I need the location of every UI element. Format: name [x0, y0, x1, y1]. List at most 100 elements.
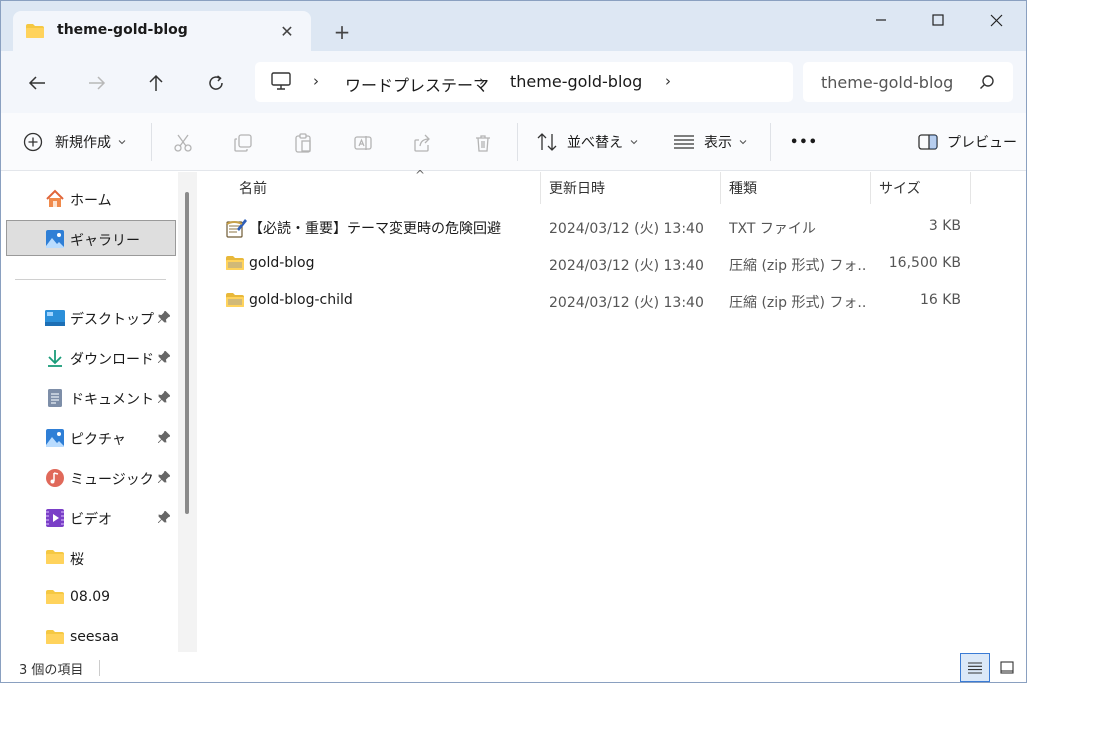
trash-icon [476, 135, 490, 152]
sidebar-item-pictures[interactable]: ピクチャ [1, 420, 177, 456]
sidebar-item-label: 桜 [70, 552, 84, 568]
new-button-label: 新規作成 [55, 135, 111, 151]
sidebar-item-folder-seesaa[interactable]: seesaa [1, 620, 177, 656]
pin-icon[interactable] [157, 350, 171, 367]
breadcrumb-wordpress-themes[interactable]: ワードプレステーマ [345, 72, 489, 96]
search-box[interactable] [803, 62, 1013, 102]
sort-button-label: 並べ替え [567, 135, 623, 151]
text-file-icon [225, 217, 247, 238]
column-header-label: 名前 [239, 181, 267, 197]
file-row[interactable]: gold-blog 2024/03/12 (火) 13:40 圧縮 (zip 形… [217, 246, 977, 282]
sidebar-item-label: デスクトップ [70, 312, 154, 328]
toolbar-divider [517, 123, 518, 161]
file-name: gold-blog-child [249, 292, 353, 308]
cut-button[interactable] [171, 131, 195, 155]
pin-icon[interactable] [157, 470, 171, 487]
copy-button[interactable] [231, 131, 255, 155]
large-icons-view-button[interactable] [993, 653, 1021, 682]
computer-icon [271, 72, 291, 94]
chevron-down-icon [630, 140, 638, 145]
sort-button[interactable]: 並べ替え [536, 127, 639, 157]
chevron-down-icon [739, 140, 747, 145]
download-icon [45, 348, 65, 368]
breadcrumb-theme-gold-blog[interactable]: theme-gold-blog [510, 72, 642, 91]
forward-button[interactable] [81, 67, 113, 99]
sidebar-item-gallery[interactable]: ギャラリー [6, 220, 176, 256]
sidebar-item-folder-0809[interactable]: 08.09 [1, 580, 177, 616]
share-button[interactable] [411, 131, 435, 155]
more-options-button[interactable]: ••• [790, 127, 818, 157]
music-icon [45, 468, 65, 488]
new-button[interactable]: 新規作成 [23, 127, 127, 157]
file-row[interactable]: 【必読・重要】テーマ変更時の危険回避 2024/03/12 (火) 13:40 … [217, 209, 977, 245]
breadcrumb-expand[interactable]: › [665, 72, 671, 90]
clipboard-icon [295, 133, 311, 153]
view-button[interactable]: 表示 [673, 127, 748, 157]
delete-button[interactable] [471, 131, 495, 155]
maximize-button[interactable] [909, 1, 967, 39]
sidebar-item-documents[interactable]: ドキュメント [1, 380, 177, 416]
navigation-bar: › ワードプレステーマ › theme-gold-blog › [1, 51, 1026, 113]
folder-icon [45, 588, 65, 608]
sidebar-item-label: ダウンロード [70, 352, 154, 368]
file-size: 3 KB [928, 218, 961, 234]
folder-icon [25, 23, 45, 43]
zip-folder-icon [225, 254, 245, 274]
column-header-name[interactable]: 名前 ^ [231, 168, 541, 204]
column-header-label: 種類 [729, 181, 757, 197]
item-count: 3 個の項目 [19, 663, 84, 678]
tab-theme-gold-blog[interactable]: theme-gold-blog ✕ [13, 11, 311, 51]
toolbar-divider [770, 123, 771, 161]
sidebar-item-label: ミュージック [70, 472, 154, 488]
column-header-date[interactable]: 更新日時 [541, 172, 721, 204]
breadcrumb-separator[interactable]: › [479, 72, 485, 90]
file-size: 16,500 KB [888, 255, 961, 271]
preview-pane-button[interactable]: プレビュー [918, 127, 1017, 157]
tab-title: theme-gold-blog [57, 22, 188, 38]
rename-icon [354, 136, 372, 150]
maximize-icon [932, 14, 944, 26]
file-type: 圧縮 (zip 形式) フォ... [729, 295, 867, 311]
tab-close-button[interactable]: ✕ [275, 19, 299, 43]
zip-folder-icon [225, 291, 245, 311]
file-row[interactable]: gold-blog-child 2024/03/12 (火) 13:40 圧縮 … [217, 283, 977, 319]
details-view-button[interactable] [960, 653, 990, 682]
sidebar-scrollbar-thumb[interactable] [185, 192, 189, 514]
column-header-size[interactable]: サイズ [871, 172, 971, 204]
minimize-button[interactable] [852, 1, 910, 39]
pin-icon[interactable] [157, 310, 171, 327]
address-bar[interactable]: › ワードプレステーマ › theme-gold-blog › [255, 62, 793, 102]
share-icon [414, 134, 430, 152]
pin-icon[interactable] [157, 510, 171, 527]
sidebar-item-label: ギャラリー [70, 233, 140, 249]
column-header-type[interactable]: 種類 [721, 172, 871, 204]
close-window-button[interactable] [967, 1, 1025, 39]
pin-icon[interactable] [157, 390, 171, 407]
refresh-button[interactable] [200, 67, 232, 99]
pictures-icon [45, 428, 65, 448]
sort-ascending-icon: ^ [415, 168, 426, 182]
video-icon [45, 508, 65, 528]
paste-button[interactable] [291, 131, 315, 155]
search-input[interactable] [803, 62, 973, 102]
file-list: 名前 ^ 更新日時 種類 サイズ 【必読・重要】テーマ変更時の危険回避 2024… [197, 168, 1026, 652]
back-button[interactable] [21, 67, 53, 99]
sidebar-item-home[interactable]: ホーム [1, 181, 177, 217]
new-tab-button[interactable]: + [329, 19, 355, 45]
pin-icon[interactable] [157, 430, 171, 447]
sidebar-item-videos[interactable]: ビデオ [1, 500, 177, 536]
file-name: gold-blog [249, 255, 315, 271]
up-button[interactable] [140, 67, 172, 99]
rename-button[interactable] [351, 131, 375, 155]
search-icon[interactable] [979, 74, 995, 94]
sidebar-item-label: ホーム [70, 193, 112, 209]
arrow-right-icon [89, 76, 106, 90]
preview-pane-icon [918, 134, 938, 150]
sidebar-item-downloads[interactable]: ダウンロード [1, 340, 177, 376]
sidebar-item-folder-sakura[interactable]: 桜 [1, 540, 177, 576]
sidebar-divider [15, 279, 166, 280]
file-type: TXT ファイル [729, 221, 816, 237]
sidebar-item-music[interactable]: ミュージック [1, 460, 177, 496]
file-size: 16 KB [919, 292, 961, 308]
sidebar-item-desktop[interactable]: デスクトップ [1, 300, 177, 336]
